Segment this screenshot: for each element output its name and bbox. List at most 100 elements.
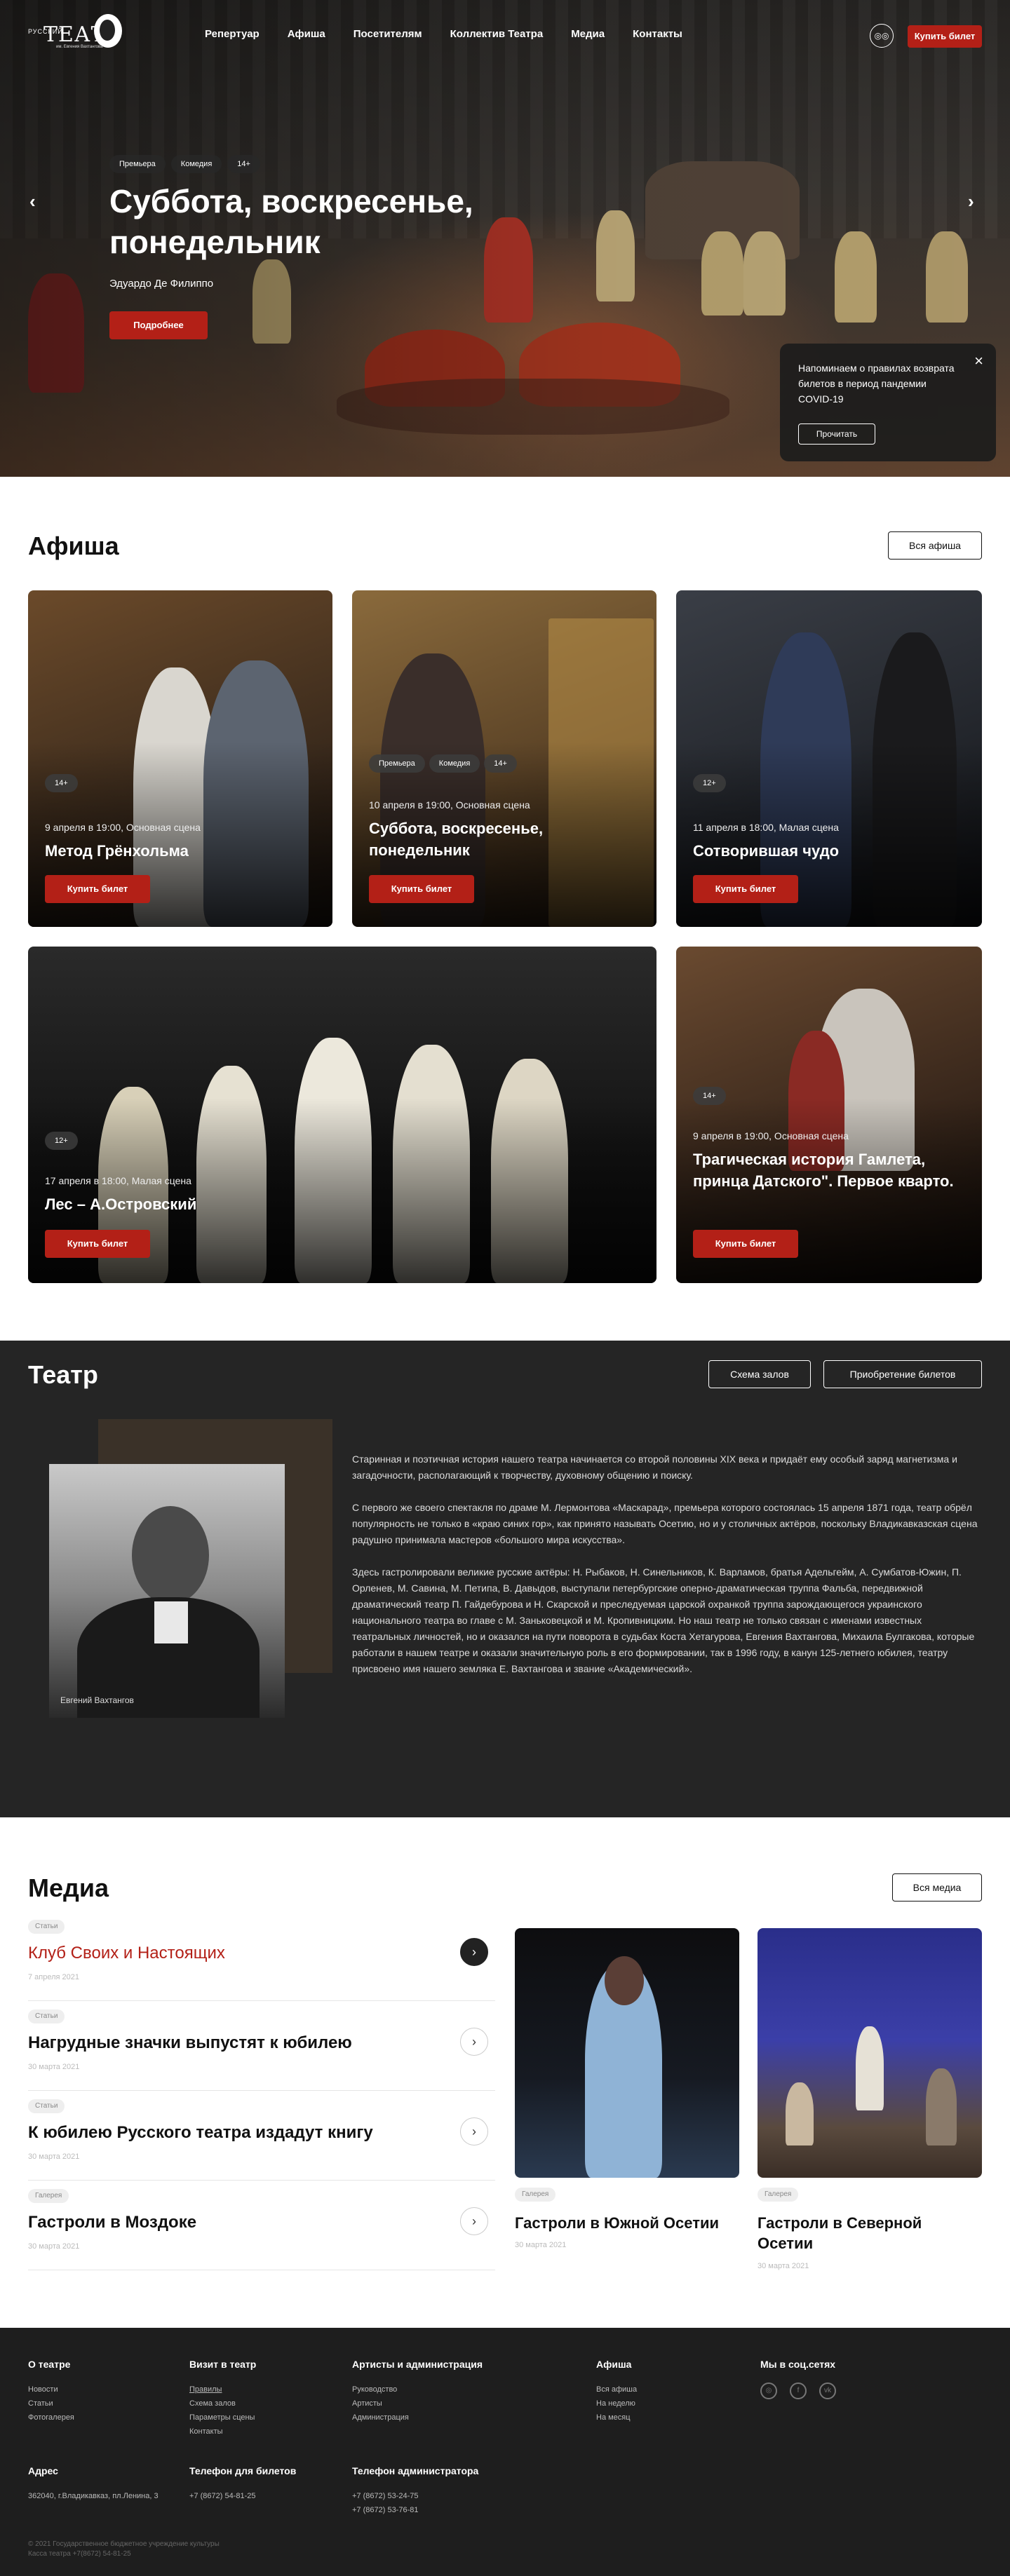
phone-link[interactable]: +7 (8672) 53-24-75 [352, 2489, 478, 2503]
media-card-image [758, 1928, 982, 2178]
footer-link[interactable]: Схема залов [189, 2397, 256, 2411]
footer-link[interactable]: Фотогалерея [28, 2411, 74, 2425]
ticket-purchase-button[interactable]: Приобретение билетов [823, 1360, 982, 1388]
event-tag: 12+ [45, 1132, 78, 1150]
media-item-title: К юбилею Русского театра издадут книгу [28, 2123, 373, 2142]
all-afisha-button[interactable]: Вся афиша [888, 531, 982, 560]
footer-link[interactable]: Правилы [189, 2382, 256, 2397]
arrow-right-icon[interactable]: › [460, 1938, 488, 1966]
footer-link[interactable]: Контакты [189, 2425, 256, 2439]
event-date: 10 апреля в 19:00, Основная сцена [369, 799, 530, 811]
vk-icon[interactable]: vk [819, 2382, 836, 2399]
media-title: Медиа [28, 1873, 109, 1902]
event-title: Трагическая история Гамлета, принца Датс… [693, 1151, 954, 1190]
media-list-item[interactable]: Галерея Гастроли в Моздоке 30 марта 2021… [28, 2189, 495, 2270]
hero-more-button[interactable]: Подробнее [109, 311, 208, 339]
event-tag: 14+ [484, 754, 517, 773]
theatre-logo[interactable]: РУССКИЙ ТЕАТР им. Евгения Вахтангова [28, 13, 126, 53]
portrait-head [132, 1506, 209, 1604]
media-figure [786, 2082, 814, 2145]
portrait-caption: Евгений Вахтангов [60, 1695, 134, 1705]
event-tag: 12+ [693, 774, 726, 792]
footer-link[interactable]: Руководство [352, 2382, 483, 2397]
theatre-section: Театр Схема залов Приобретение билетов Е… [0, 1341, 1010, 1817]
chevron-right-icon[interactable]: › [968, 191, 974, 212]
media-item-date: 30 марта 2021 [28, 2242, 80, 2251]
media-item-date: 30 марта 2021 [28, 2063, 80, 2071]
phone-link[interactable]: +7 (8672) 53-76-81 [352, 2503, 478, 2517]
media-tag: Галерея [515, 2188, 556, 2202]
arrow-right-icon[interactable]: › [460, 2207, 488, 2235]
media-list-item[interactable]: Статьи Клуб Своих и Настоящих 7 апреля 2… [28, 1920, 495, 2001]
halls-scheme-button[interactable]: Схема залов [708, 1360, 811, 1388]
copyright-text: Касса театра +7(8672) 54-81-25 [28, 2550, 131, 2558]
media-item-title: Гастроли в Моздоке [28, 2213, 197, 2232]
main-nav: Репертуар Афиша Посетителям Коллектив Те… [205, 28, 711, 40]
media-card[interactable]: Галерея Гастроли в Северной Осетии 30 ма… [758, 1928, 982, 2279]
close-icon[interactable]: × [974, 352, 983, 370]
event-card[interactable]: 12+ 11 апреля в 18:00, Малая сцена Сотво… [676, 590, 982, 927]
nav-team[interactable]: Коллектив Театра [450, 28, 544, 40]
media-tag: Галерея [28, 2189, 69, 2203]
event-date: 9 апреля в 19:00, Основная сцена [693, 1130, 849, 1141]
footer-col-title: Афиша [596, 2359, 632, 2370]
event-card[interactable]: Премьера Комедия 14+ 10 апреля в 19:00, … [352, 590, 656, 927]
nav-media[interactable]: Медиа [571, 28, 605, 40]
facebook-icon[interactable]: f [790, 2382, 807, 2399]
nav-visitors[interactable]: Посетителям [354, 28, 422, 40]
footer-link[interactable]: На неделю [596, 2397, 637, 2411]
footer-link[interactable]: Артисты [352, 2397, 483, 2411]
media-card-date: 30 марта 2021 [515, 2241, 567, 2249]
notice-read-button[interactable]: Прочитать [798, 423, 875, 445]
footer-col-title: Визит в театр [189, 2359, 257, 2370]
buy-ticket-button[interactable]: Купить билет [908, 25, 982, 48]
theatre-history-text: Старинная и поэтичная история нашего теа… [352, 1451, 982, 1693]
media-tag: Галерея [758, 2188, 799, 2202]
event-tags: 12+ [693, 774, 726, 792]
nav-afisha[interactable]: Афиша [288, 28, 325, 40]
footer-col-visit: Визит в театр Правилы Схема залов Параме… [189, 2359, 256, 2439]
footer-link[interactable]: Статьи [28, 2397, 74, 2411]
buy-ticket-button[interactable]: Купить билет [369, 875, 474, 903]
vakhtangov-portrait: Евгений Вахтангов [49, 1464, 285, 1718]
logo-portrait-icon [94, 14, 122, 48]
media-item-title: Клуб Своих и Настоящих [28, 1944, 225, 1962]
footer-link[interactable]: Новости [28, 2382, 74, 2397]
footer-link[interactable]: Вся афиша [596, 2382, 637, 2397]
media-figure [926, 2068, 957, 2145]
media-figure [856, 2026, 884, 2110]
hero-title: Суббота, воскресенье, понедельник [109, 183, 473, 260]
media-list-item[interactable]: Статьи К юбилею Русского театра издадут … [28, 2099, 495, 2181]
event-card[interactable]: 14+ 9 апреля в 19:00, Основная сцена Мет… [28, 590, 332, 927]
footer-link[interactable]: На месяц [596, 2411, 637, 2425]
glasses-icon[interactable]: ◎◎ [870, 24, 894, 48]
event-card[interactable]: 12+ 17 апреля в 18:00, Малая сцена Лес –… [28, 947, 656, 1283]
buy-ticket-button[interactable]: Купить билет [45, 1230, 150, 1258]
footer-col-title: О театре [28, 2359, 71, 2370]
phone-link[interactable]: +7 (8672) 54-81-25 [189, 2489, 296, 2503]
footer-link[interactable]: Параметры сцены [189, 2411, 256, 2425]
buy-ticket-button[interactable]: Купить билет [693, 1230, 798, 1258]
nav-contacts[interactable]: Контакты [633, 28, 682, 40]
all-media-button[interactable]: Вся медиа [892, 1873, 982, 1902]
footer-col-title: Телефон для билетов [189, 2465, 297, 2476]
chevron-left-icon[interactable]: ‹ [29, 191, 36, 212]
portrait-collar [154, 1601, 188, 1643]
event-tag: 14+ [693, 1087, 726, 1105]
footer-link[interactable]: Администрация [352, 2411, 483, 2425]
history-paragraph: Старинная и поэтичная история нашего теа… [352, 1453, 957, 1481]
arrow-right-icon[interactable]: › [460, 2117, 488, 2145]
media-list-item[interactable]: Статьи Нагрудные значки выпустят к юбиле… [28, 2009, 495, 2091]
buy-ticket-button[interactable]: Купить билет [45, 875, 150, 903]
event-card[interactable]: 14+ 9 апреля в 19:00, Основная сцена Тра… [676, 947, 982, 1283]
nav-repertoire[interactable]: Репертуар [205, 28, 260, 40]
event-tag: Комедия [429, 754, 480, 773]
covid-notice: Напоминаем о правилах возврата билетов в… [780, 344, 996, 461]
arrow-right-icon[interactable]: › [460, 2028, 488, 2056]
media-figure [605, 1956, 644, 2005]
media-card[interactable]: Галерея Гастроли в Южной Осетии 30 марта… [515, 1928, 739, 2279]
buy-ticket-button[interactable]: Купить билет [693, 875, 798, 903]
notice-text: Напоминаем о правилах возврата билетов в… [798, 362, 955, 405]
instagram-icon[interactable]: ◎ [760, 2382, 777, 2399]
logo-subtitle: им. Евгения Вахтангова [56, 45, 103, 49]
